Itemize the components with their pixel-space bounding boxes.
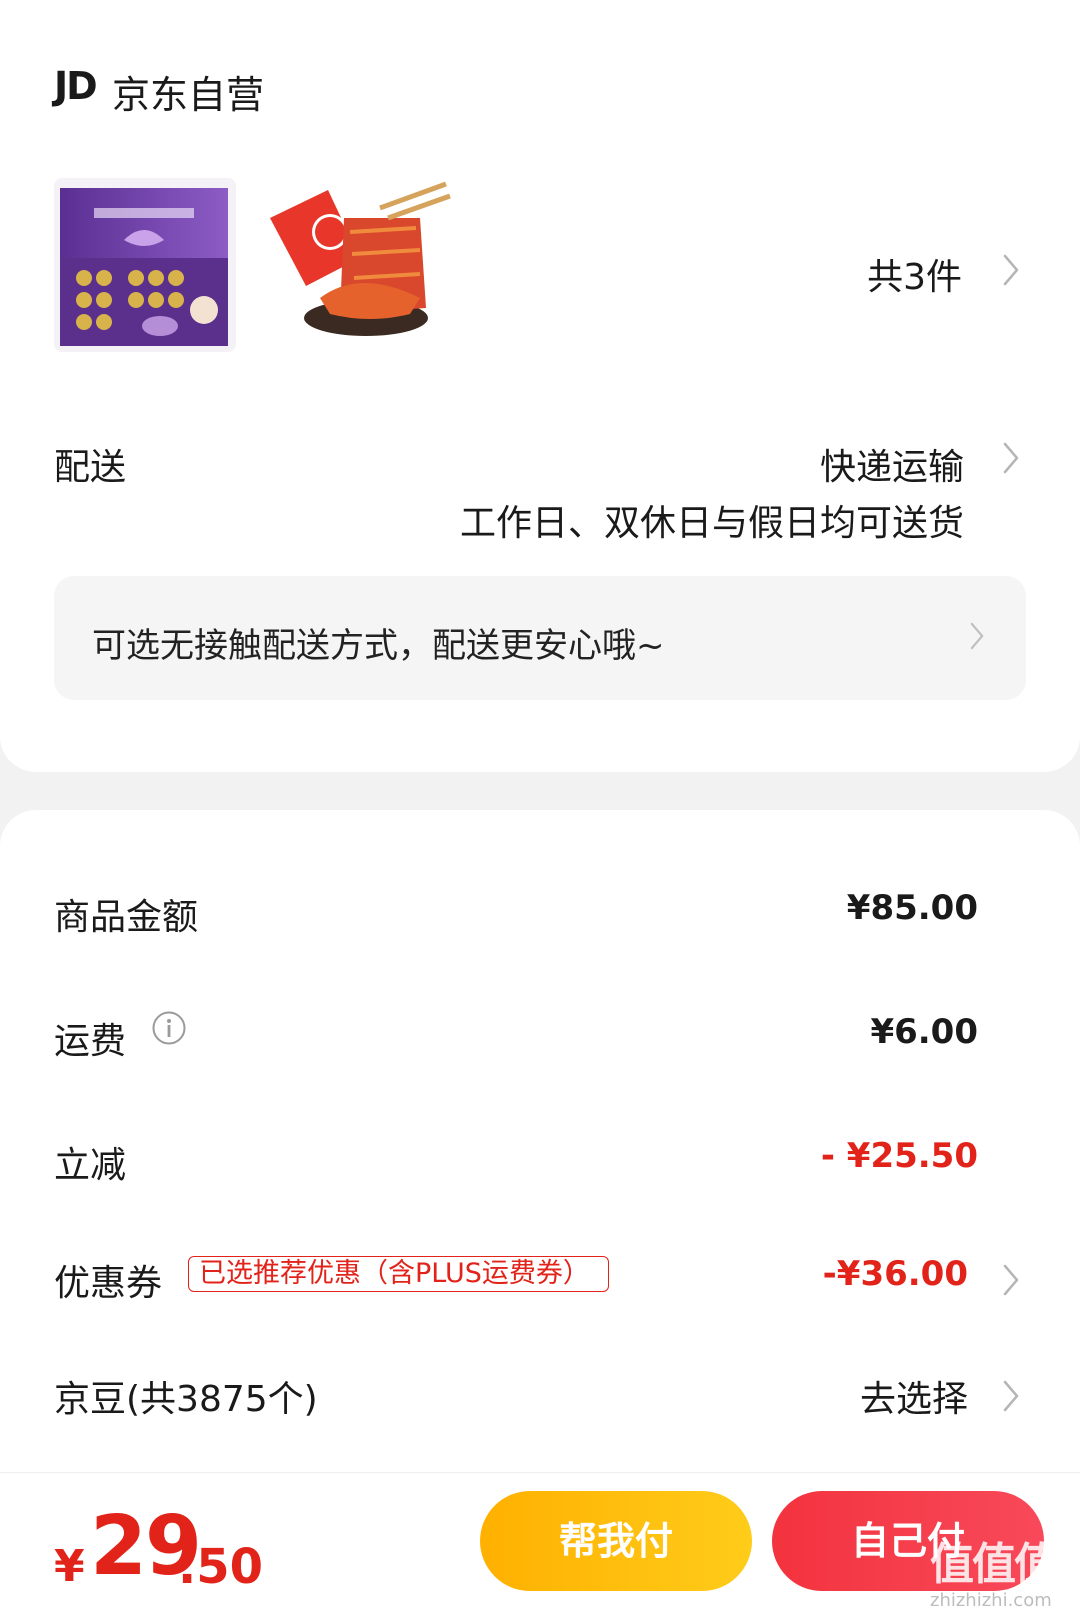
item-count[interactable]: 共3件 — [867, 248, 962, 300]
coupon-recommend-tag[interactable]: 已选推荐优惠（含PLUS运费券） — [188, 1256, 609, 1292]
chevron-right-icon[interactable] — [996, 1376, 1026, 1416]
shipping-fee-label: 运费 — [54, 1021, 127, 1062]
watermark-url: zhizhizhi.com — [930, 1590, 1052, 1611]
shipping-fee-value: ¥6.00 — [870, 1012, 978, 1052]
watermark: 值值值 — [930, 1539, 1058, 1590]
contactless-delivery-option[interactable]: 可选无接触配送方式，配送更安心哦~ — [54, 576, 1026, 700]
gift-box-image — [54, 178, 236, 352]
contactless-delivery-text: 可选无接触配送方式，配送更安心哦~ — [92, 626, 665, 666]
delivery-method[interactable]: 快递运输 — [820, 438, 964, 490]
instant-discount-value: - ¥25.50 — [820, 1136, 978, 1176]
jd-logo: JD — [54, 64, 98, 108]
product-thumbnail-gift-box[interactable] — [54, 178, 236, 352]
chevron-right-icon[interactable] — [996, 250, 1026, 290]
help-me-pay-button[interactable]: 帮我付 — [480, 1491, 752, 1591]
delivery-note: 工作日、双休日与假日均可送货 — [459, 503, 964, 544]
jd-beans-label: 京豆(共3875个) — [54, 1379, 318, 1420]
shop-name: 京东自营 — [112, 73, 265, 117]
total-price-decimal: .50 — [178, 1539, 264, 1595]
jd-beans-select[interactable]: 去选择 — [860, 1370, 968, 1422]
chevron-right-icon[interactable] — [996, 438, 1026, 478]
spicy-snack-image — [270, 178, 452, 352]
order-info-card: JD 京东自营 共3件 配送 快递运输 工作日、双休日与假日均可送货 可选无接触… — [0, 0, 1080, 772]
goods-amount-label: 商品金额 — [54, 897, 199, 938]
instant-discount-label: 立减 — [54, 1145, 127, 1186]
goods-amount-value: ¥85.00 — [846, 888, 978, 928]
total-currency-symbol: ¥ — [54, 1541, 85, 1592]
info-icon[interactable] — [152, 1011, 186, 1045]
coupon-value[interactable]: -¥36.00 — [823, 1254, 968, 1294]
chevron-right-icon — [964, 618, 990, 654]
product-thumbnail-spicy-snack[interactable] — [270, 178, 452, 352]
coupon-label: 优惠券 — [54, 1263, 163, 1304]
chevron-right-icon[interactable] — [996, 1260, 1026, 1300]
checkout-bar: ¥ 29 .50 帮我付 自己付 — [0, 1472, 1080, 1623]
delivery-label: 配送 — [54, 447, 127, 488]
